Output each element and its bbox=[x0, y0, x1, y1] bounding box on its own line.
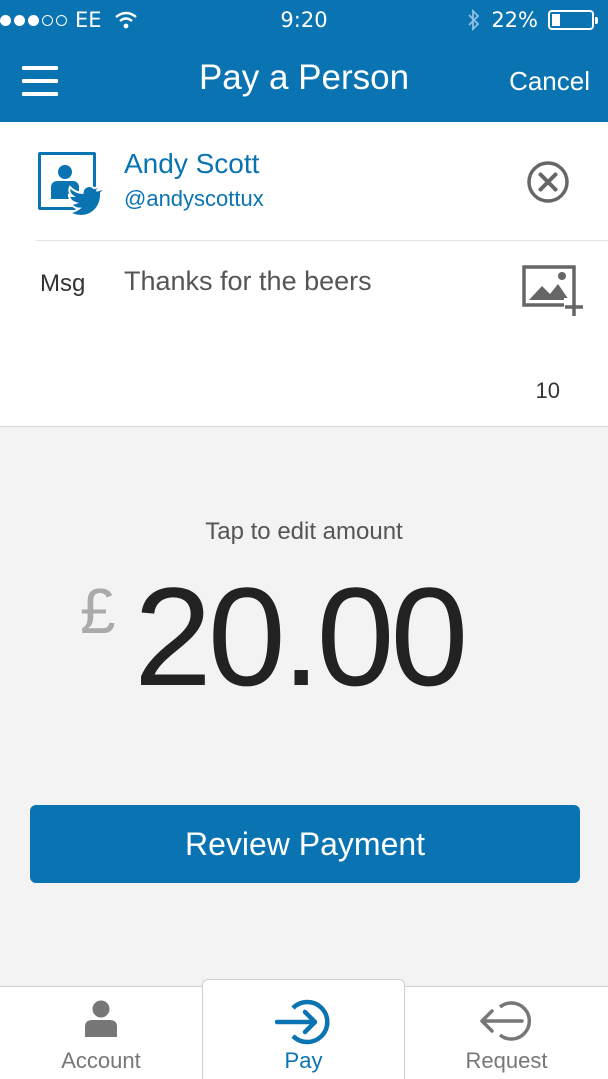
recipient-card: Andy Scott @andyscottux Msg 10 bbox=[0, 122, 608, 427]
request-arrow-icon bbox=[479, 1001, 531, 1041]
tab-request[interactable]: Request bbox=[405, 987, 608, 1079]
char-counter: 10 bbox=[535, 378, 560, 403]
amount-hint: Tap to edit amount bbox=[205, 518, 403, 545]
tab-label: Pay bbox=[284, 1048, 323, 1073]
tab-bar: Account Pay Request bbox=[0, 979, 608, 1079]
amount-value: 20.00 bbox=[134, 558, 468, 715]
person-icon bbox=[85, 1000, 117, 1037]
top-bar: EE 9:20 22% Pay a Person Cancel bbox=[0, 0, 608, 122]
add-image-icon[interactable] bbox=[522, 264, 586, 318]
message-field[interactable] bbox=[124, 266, 494, 297]
tab-label: Request bbox=[465, 1048, 548, 1073]
tab-account[interactable]: Account bbox=[0, 987, 202, 1079]
review-payment-button[interactable]: Review Payment bbox=[30, 805, 580, 883]
amount-field[interactable]: £ 20.00 bbox=[0, 558, 608, 715]
battery-icon bbox=[548, 10, 598, 30]
twitter-icon bbox=[68, 184, 104, 216]
bluetooth-icon bbox=[468, 9, 480, 31]
cancel-button[interactable]: Cancel bbox=[509, 66, 590, 97]
divider bbox=[36, 240, 608, 241]
pay-arrow-icon bbox=[274, 999, 330, 1045]
tab-label: Account bbox=[61, 1048, 141, 1073]
recipient-handle: @andyscottux bbox=[124, 186, 264, 211]
close-circle-icon[interactable] bbox=[526, 160, 570, 204]
status-bar: EE 9:20 22% bbox=[0, 0, 608, 40]
tab-pay[interactable]: Pay bbox=[202, 979, 405, 1079]
recipient-name[interactable]: Andy Scott bbox=[124, 148, 259, 180]
currency-symbol: £ bbox=[80, 575, 116, 647]
nav-bar: Pay a Person Cancel bbox=[0, 40, 608, 122]
battery-percent: 22% bbox=[491, 8, 538, 32]
message-label: Msg bbox=[40, 270, 86, 297]
